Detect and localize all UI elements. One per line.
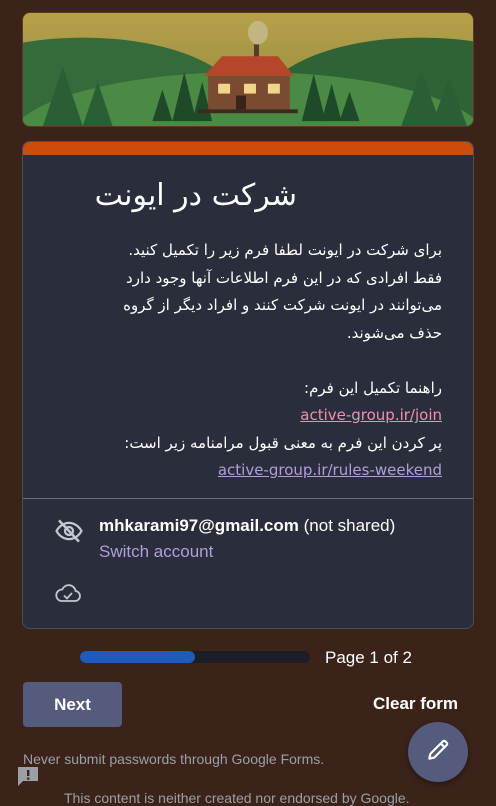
cabin-illustration [23, 13, 473, 126]
description-line: می‌توانند در ایونت شرکت کنند و افراد دیگ… [123, 296, 442, 314]
not-shared-note: (not shared) [303, 516, 396, 535]
form-description: برای شرکت در ایونت لطفا فرم زیر را تکمیل… [53, 237, 442, 485]
pencil-icon [425, 737, 451, 768]
description-line: برای شرکت در ایونت لطفا فرم زیر را تکمیل… [128, 241, 442, 259]
footer-disclaimer: This content is neither created nor endo… [64, 790, 410, 806]
clear-form-button[interactable]: Clear form [373, 694, 458, 714]
edit-fab-button[interactable] [408, 722, 468, 782]
description-line: فقط افرادی که در این فرم اطلاعات آنها وج… [126, 268, 442, 287]
divider [23, 498, 473, 499]
guide-label: راهنما تکمیل این فرم: [304, 378, 442, 397]
form-card: شرکت در ایونت برای شرکت در ایونت لطفا فر… [22, 141, 474, 629]
guide-link[interactable]: active-group.ir/join [300, 402, 442, 430]
password-warning: Never submit passwords through Google Fo… [23, 751, 325, 767]
card-accent-bar [23, 142, 473, 155]
cloud-check-icon [54, 582, 82, 606]
eye-off-icon [54, 516, 84, 546]
header-banner [22, 12, 474, 127]
email-address: mhkarami97@gmail.com [99, 516, 299, 535]
page-indicator: Page 1 of 2 [325, 648, 412, 667]
account-email: mhkarami97@gmail.com (not shared) [99, 516, 395, 536]
progress-bar [80, 651, 310, 663]
switch-account-link[interactable]: Switch account [99, 542, 213, 562]
rules-link[interactable]: active-group.ir/rules-weekend [218, 457, 442, 485]
form-title: شرکت در ایونت [94, 178, 297, 213]
progress-fill [80, 651, 195, 663]
description-line: حذف می‌شوند. [346, 323, 442, 342]
rules-label: پر کردن این فرم به معنی قبول مرامنامه زی… [124, 433, 442, 452]
next-button[interactable]: Next [23, 682, 122, 727]
report-icon[interactable] [16, 765, 40, 787]
